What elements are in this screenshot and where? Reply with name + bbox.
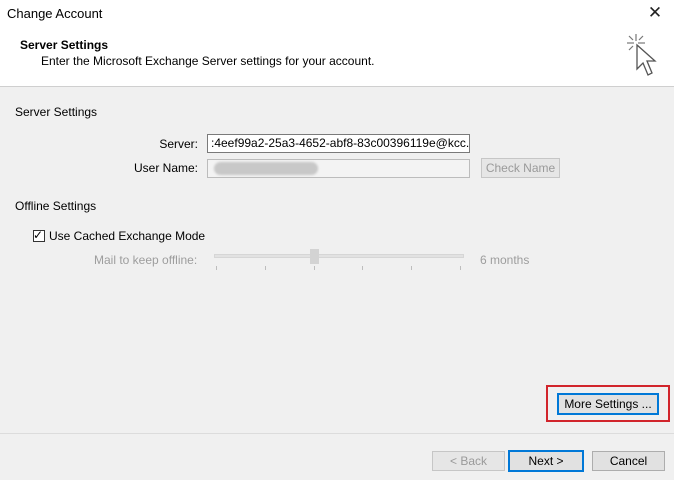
offline-settings-section-label: Offline Settings [15, 199, 97, 213]
mail-offline-slider-track[interactable] [214, 254, 464, 258]
back-button[interactable]: < Back [432, 451, 505, 471]
slider-tick [265, 266, 266, 270]
close-icon[interactable]: ✕ [644, 2, 666, 24]
wizard-header: Server Settings Enter the Microsoft Exch… [0, 28, 674, 87]
slider-tick [362, 266, 363, 270]
checkmark-icon: ✓ [33, 228, 44, 242]
server-label: Server: [159, 137, 198, 151]
wizard-footer: < Back Next > Cancel [0, 433, 674, 480]
user-name-input[interactable] [207, 159, 470, 178]
cancel-button[interactable]: Cancel [592, 451, 665, 471]
slider-tick [411, 266, 412, 270]
server-settings-section-label: Server Settings [15, 105, 98, 119]
cached-mode-label[interactable]: Use Cached Exchange Mode [49, 229, 205, 243]
slider-tick [216, 266, 217, 270]
highlight-box [546, 385, 670, 422]
title-bar: Change Account ✕ [0, 0, 674, 28]
check-name-button[interactable]: Check Name [481, 158, 560, 178]
header-title: Server Settings [20, 38, 109, 52]
cached-mode-checkbox[interactable]: ✓ [33, 228, 45, 242]
header-subtitle: Enter the Microsoft Exchange Server sett… [41, 54, 375, 68]
mail-offline-value: 6 months [480, 253, 530, 267]
window-title: Change Account [7, 6, 103, 21]
server-input[interactable]: :4eef99a2-25a3-4652-abf8-83c00396119e@kc… [207, 134, 470, 153]
next-button[interactable]: Next > [508, 450, 584, 472]
slider-tick [460, 266, 461, 270]
slider-tick [314, 266, 315, 270]
content-area: Server Settings Server: :4eef99a2-25a3-4… [0, 87, 674, 433]
mail-offline-slider-thumb[interactable] [310, 249, 319, 264]
redacted-user-name [214, 162, 318, 175]
wizard-cursor-icon [627, 34, 657, 76]
mail-offline-label: Mail to keep offline: [94, 253, 198, 267]
user-name-label: User Name: [133, 161, 198, 175]
